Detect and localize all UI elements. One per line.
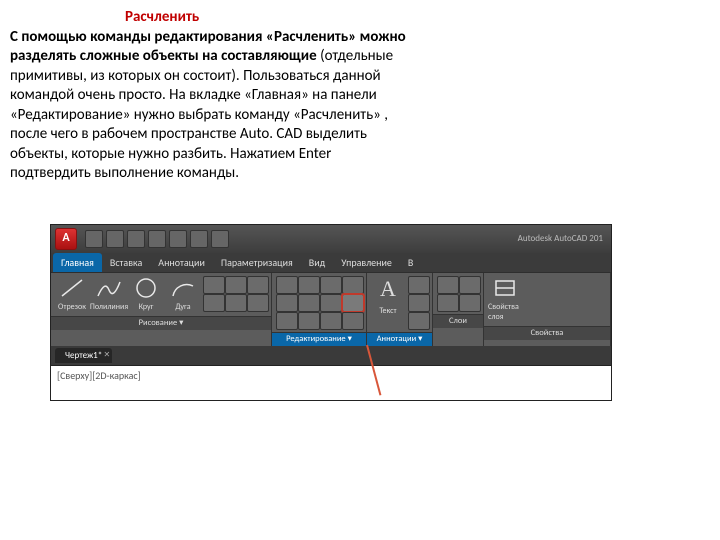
modify-array-icon[interactable]: [320, 312, 342, 330]
ribbon-tabs: Главная Вставка Аннотации Параметризация…: [51, 253, 611, 272]
panel-modify-title[interactable]: Редактирование ▾: [272, 332, 366, 346]
view-label: [Сверху][2D-каркас]: [57, 369, 141, 382]
modify-rotate-icon[interactable]: [298, 276, 320, 294]
annot-table-icon[interactable]: [408, 312, 430, 330]
modify-copy-icon[interactable]: [276, 294, 298, 312]
annot-dim-icon[interactable]: [408, 276, 430, 294]
qat-open-icon[interactable]: [106, 230, 124, 248]
tool-layer-props-label: Свойства слоя: [488, 302, 522, 323]
panel-layers: Слои: [433, 273, 484, 346]
modify-move-icon[interactable]: [276, 276, 298, 294]
modify-mirror-icon[interactable]: [298, 294, 320, 312]
tool-circle-label: Круг: [139, 302, 154, 312]
tool-text[interactable]: A Текст: [371, 276, 405, 328]
app-logo-icon[interactable]: A: [55, 228, 77, 250]
tool-circle[interactable]: Круг: [129, 276, 163, 312]
qat-save-icon[interactable]: [127, 230, 145, 248]
doc-body: С помощью команды редактирования «Расчле…: [10, 28, 410, 184]
modify-grid: [276, 276, 362, 328]
qat-redo-icon[interactable]: [169, 230, 187, 248]
layer-2-icon[interactable]: [459, 276, 481, 294]
modify-stretch-icon[interactable]: [276, 312, 298, 330]
draw-small-tools: [203, 276, 267, 312]
panel-draw: Отрезок Полилиния Круг Дуга: [51, 273, 272, 346]
modify-explode-icon[interactable]: [342, 294, 364, 312]
layer-3-icon[interactable]: [437, 294, 459, 312]
quick-access-toolbar: [85, 230, 229, 248]
qat-print-icon[interactable]: [190, 230, 208, 248]
annot-leader-icon[interactable]: [408, 294, 430, 312]
layer-1-icon[interactable]: [437, 276, 459, 294]
panel-annot: A Текст Аннотации ▾: [367, 273, 433, 346]
modify-scale-icon[interactable]: [298, 312, 320, 330]
tool-line-label: Отрезок: [58, 302, 86, 312]
panel-modify: Редактирование ▾: [272, 273, 367, 346]
modify-fillet-icon[interactable]: [320, 294, 342, 312]
layer-grid: [437, 276, 479, 310]
tool-polyline[interactable]: Полилиния: [92, 276, 126, 312]
doc-tab[interactable]: Чертеж1*: [55, 348, 112, 364]
tab-insert[interactable]: Вставка: [102, 253, 150, 272]
draw-small-5-icon[interactable]: [225, 294, 247, 312]
doc-heading: Расчленить: [10, 8, 710, 28]
draw-small-6-icon[interactable]: [247, 294, 269, 312]
tab-param[interactable]: Параметризация: [213, 253, 301, 272]
tab-home[interactable]: Главная: [53, 253, 102, 272]
tool-arc[interactable]: Дуга: [166, 276, 200, 312]
panel-draw-title[interactable]: Рисование ▾: [51, 316, 271, 330]
draw-small-1-icon[interactable]: [203, 276, 225, 294]
panel-layers-title[interactable]: Слои: [433, 314, 483, 328]
tool-arc-label: Дуга: [175, 302, 190, 312]
tab-manage[interactable]: Управление: [333, 253, 400, 272]
tab-more[interactable]: В: [400, 253, 421, 272]
annot-small: [408, 276, 428, 328]
tool-layer-props[interactable]: Свойства слоя: [488, 276, 522, 323]
panel-props: Свойства слоя Свойства: [484, 273, 611, 346]
modify-trim-icon[interactable]: [320, 276, 342, 294]
document-tabs: Чертеж1*: [51, 346, 611, 366]
product-name: Autodesk AutoCAD 201: [518, 233, 607, 245]
qat-undo-icon[interactable]: [148, 230, 166, 248]
tool-polyline-label: Полилиния: [90, 302, 128, 312]
tool-line[interactable]: Отрезок: [55, 276, 89, 312]
viewport[interactable]: [Сверху][2D-каркас]: [51, 365, 611, 400]
draw-small-3-icon[interactable]: [247, 276, 269, 294]
text-icon: A: [374, 276, 402, 304]
ribbon: Отрезок Полилиния Круг Дуга: [51, 272, 611, 346]
panel-props-title[interactable]: Свойства: [484, 326, 610, 340]
tool-text-label: Текст: [379, 306, 396, 316]
tab-annot[interactable]: Аннотации: [150, 253, 213, 272]
modify-offset-icon[interactable]: [342, 312, 364, 330]
panel-annot-title[interactable]: Аннотации ▾: [367, 332, 432, 346]
qat-new-icon[interactable]: [85, 230, 103, 248]
draw-small-2-icon[interactable]: [225, 276, 247, 294]
tab-view[interactable]: Вид: [301, 253, 333, 272]
layer-4-icon[interactable]: [459, 294, 481, 312]
modify-erase-icon[interactable]: [342, 276, 364, 294]
qat-more-icon[interactable]: [211, 230, 229, 248]
autocad-screenshot: A Autodesk AutoCAD 201 Главная Вставка А…: [50, 224, 610, 402]
title-bar: A Autodesk AutoCAD 201: [51, 225, 611, 253]
draw-small-4-icon[interactable]: [203, 294, 225, 312]
